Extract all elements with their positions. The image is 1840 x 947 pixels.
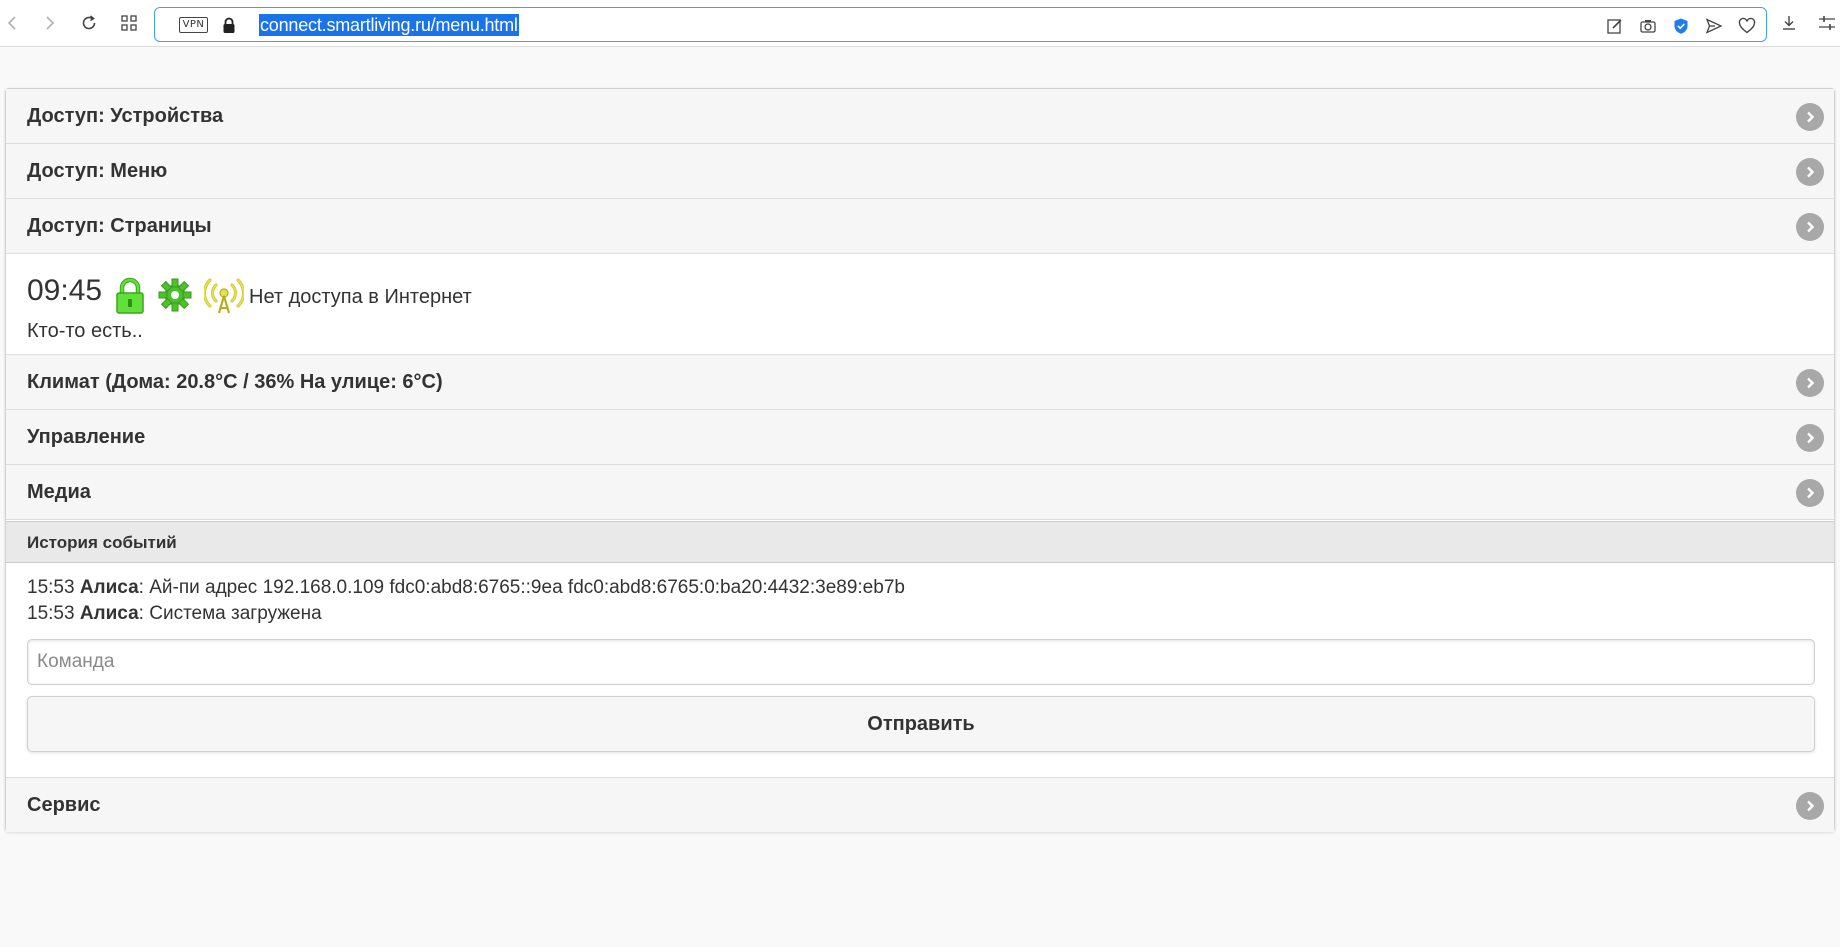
lock-icon[interactable] [113,277,147,315]
status-panel: 09:45 Нет доступа в Интернет Кто-то есть… [6,254,1834,355]
edit-icon[interactable] [1606,17,1624,35]
chevron-right-icon[interactable] [1796,213,1824,241]
history-entry: 15:53 Алиса: Система загружена [27,603,322,625]
address-bar[interactable]: VPN connect.smartliving.ru/menu.html [154,7,1767,42]
chevron-right-icon[interactable] [1796,103,1824,131]
gear-icon[interactable] [158,278,192,312]
history-entry-time: 15:53 [27,577,75,598]
chevron-right-icon[interactable] [1796,424,1824,452]
tabs-grid-icon[interactable] [116,10,142,36]
menu-item-label: Управление [27,426,146,448]
chevron-right-icon[interactable] [1796,792,1824,820]
chevron-right-icon[interactable] [1796,158,1824,186]
heart-icon[interactable] [1738,17,1756,35]
presence-status: Кто-то есть.. [27,320,143,342]
send-button[interactable]: Отправить [27,696,1815,752]
padlock-icon[interactable] [221,17,237,34]
menu-item-label: Доступ: Устройства [27,105,224,127]
menu-item-control[interactable]: Управление [6,410,1834,465]
history-title: История событий [27,533,177,552]
menu-item-label: Климат (Дома: 20.8°C / 36% На улице: 6°C… [27,371,443,393]
url-text[interactable]: connect.smartliving.ru/menu.html [259,14,519,36]
forward-icon[interactable] [36,10,62,36]
history-entry-text: : Ай-пи адрес 192.168.0.109 fdc0:abd8:67… [138,577,905,598]
history-header: История событий [6,521,1834,563]
clock-time: 09:45 [27,274,103,307]
menu-item-access-pages[interactable]: Доступ: Страницы [6,199,1834,254]
chevron-right-icon[interactable] [1796,369,1824,397]
menu-item-access-menu[interactable]: Доступ: Меню [6,144,1834,199]
camera-icon[interactable] [1639,17,1657,35]
antenna-signal-icon[interactable] [204,275,244,315]
menu-item-label: Доступ: Меню [27,160,168,182]
network-status: Нет доступа в Интернет [249,286,472,308]
history-entry-author: Алиса [79,577,139,598]
menu-item-label: Доступ: Страницы [27,215,212,237]
reload-icon[interactable] [76,10,102,36]
history-entry-time: 15:53 [27,603,75,624]
send-share-icon[interactable] [1705,17,1723,35]
browser-toolbar: VPN connect.smartliving.ru/menu.html [0,0,1840,47]
download-icon[interactable] [1776,10,1802,36]
menu-item-label: Медиа [27,481,91,503]
command-input[interactable] [27,639,1815,685]
history-entry-text: : Система загружена [138,603,322,624]
menu-item-media[interactable]: Медиа [6,465,1834,520]
menu-item-label: Сервис [27,794,101,816]
menu-item-service[interactable]: Сервис [6,777,1834,832]
shield-check-icon[interactable] [1672,17,1690,35]
settings-sliders-icon[interactable] [1814,10,1840,36]
menu-item-access-devices[interactable]: Доступ: Устройства [6,89,1834,144]
vpn-badge[interactable]: VPN [179,17,208,33]
chevron-right-icon[interactable] [1796,479,1824,507]
back-icon[interactable] [0,10,26,36]
main-panel: Доступ: Устройства Доступ: Меню Доступ: … [5,88,1835,832]
history-entry-author: Алиса [79,603,139,624]
history-entry: 15:53 Алиса: Ай-пи адрес 192.168.0.109 f… [27,577,905,599]
menu-item-climate[interactable]: Климат (Дома: 20.8°C / 36% На улице: 6°C… [6,355,1834,410]
